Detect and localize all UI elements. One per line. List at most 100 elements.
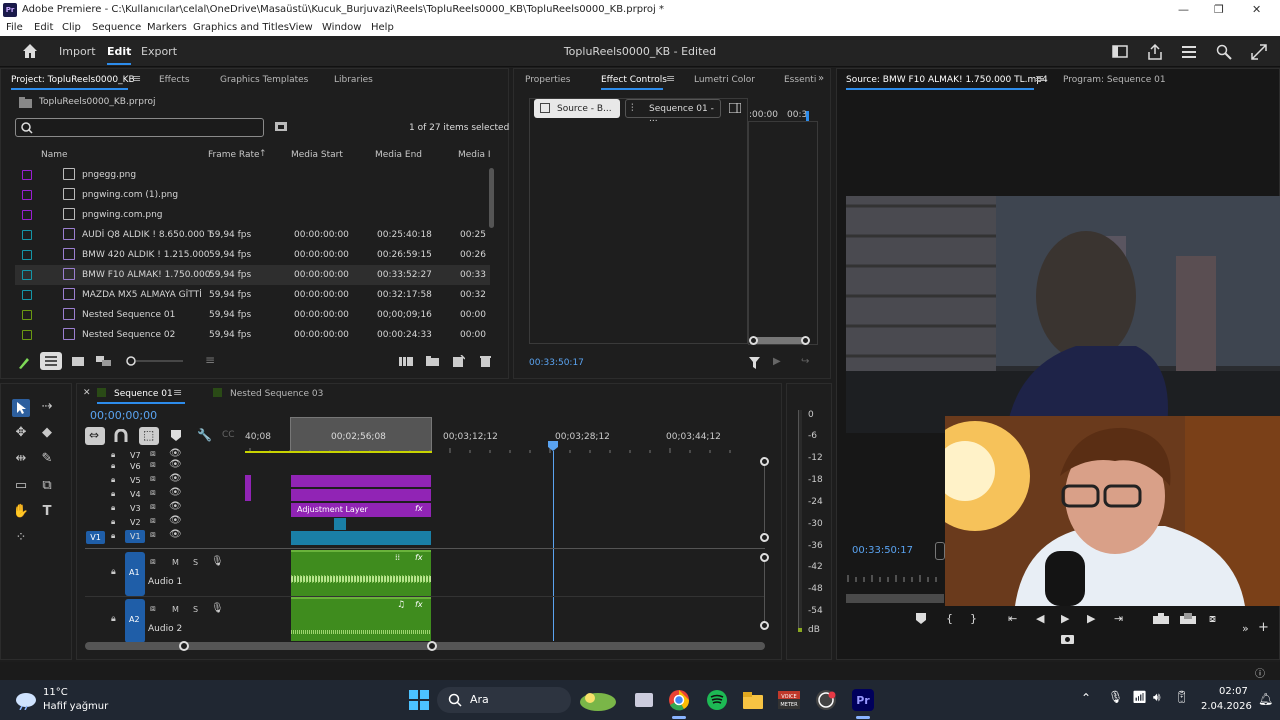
label-color-swatch[interactable] xyxy=(22,170,32,180)
lock-icon[interactable]: 🔒︎ xyxy=(111,517,115,527)
taskbar-search[interactable]: Ara xyxy=(437,687,571,713)
label-color-swatch[interactable] xyxy=(22,250,32,260)
lock-icon[interactable]: 🔒︎ xyxy=(111,475,115,485)
project-item-row[interactable]: pngegg.png xyxy=(15,165,490,185)
minimize-icon[interactable]: — xyxy=(1178,3,1189,16)
panel-overflow-icon[interactable]: » xyxy=(818,73,824,84)
search-highlight-icon[interactable] xyxy=(578,688,618,712)
tab-effects[interactable]: Effects xyxy=(159,75,190,85)
menu-help[interactable]: Help xyxy=(371,22,394,33)
step-forward-icon[interactable]: ▶︎ xyxy=(1087,612,1095,625)
lock-icon[interactable]: 🔒︎ xyxy=(111,450,115,460)
project-item-row[interactable]: Nested Sequence 01 59,94 fps 00:00:00:00 00… xyxy=(15,305,490,325)
more-controls-icon[interactable]: » xyxy=(1242,622,1249,635)
audio-clip-a1[interactable]: ⁞⁞ fx xyxy=(291,550,431,596)
project-item-row[interactable]: BMW F10 ALMAK! 1.750.000 59,94 fps 00:00:0… xyxy=(15,265,490,285)
label-color-swatch[interactable] xyxy=(22,210,32,220)
label-color-swatch[interactable] xyxy=(22,310,32,320)
rectangle-tool-icon[interactable]: ▭ xyxy=(12,478,30,496)
mute-button[interactable]: M xyxy=(172,605,179,614)
video-track-header[interactable]: 🔒︎ V2 ⧈ 👁︎ xyxy=(85,515,245,531)
col-media-end[interactable]: Media End xyxy=(375,150,422,160)
col-name[interactable]: Name xyxy=(41,150,68,160)
weather-desc[interactable]: Hafif yağmur xyxy=(43,701,108,712)
source-clip-button[interactable]: Source - B... xyxy=(534,99,620,118)
mark-out-icon[interactable]: } xyxy=(970,612,977,625)
notification-bell-icon[interactable]: 🔔︎ xyxy=(1258,692,1273,706)
panel-layout-icon[interactable] xyxy=(1112,44,1128,60)
project-item-row[interactable]: Nested Sequence 02 59,94 fps 00:00:00:00 00… xyxy=(15,325,490,345)
menu-window[interactable]: Window xyxy=(322,22,361,33)
chrome-icon[interactable] xyxy=(667,688,691,712)
play-icon[interactable]: ▶︎ xyxy=(1061,612,1069,625)
tab-effect-controls[interactable]: Effect Controls xyxy=(601,75,667,85)
eye-icon[interactable]: 👁︎ xyxy=(169,459,182,470)
scroll-handle-left[interactable] xyxy=(179,641,189,651)
label-color-swatch[interactable] xyxy=(22,230,32,240)
source-patch-v1[interactable]: V1 xyxy=(86,531,105,544)
audio-track-target-a1[interactable]: A1 xyxy=(125,552,145,596)
tab-sequence-01[interactable]: Sequence 01 xyxy=(114,389,173,399)
mark-in-icon[interactable]: { xyxy=(946,612,953,625)
filter-icon[interactable] xyxy=(749,357,760,369)
step-back-icon[interactable]: ◀︎ xyxy=(1036,612,1044,625)
snap-magnet-icon[interactable] xyxy=(114,429,128,442)
lock-icon[interactable]: 🔒︎ xyxy=(111,531,115,541)
battery-icon[interactable]: 🔋︎ xyxy=(1174,690,1189,704)
weather-temp[interactable]: 11°C xyxy=(43,687,68,698)
adjustment-layer-clip[interactable]: Adjustment Layer fx xyxy=(291,503,431,517)
video-track-header[interactable]: 🔒︎ V4 ⧈ 👁︎ xyxy=(85,487,245,503)
tab-essential[interactable]: Essenti xyxy=(784,75,816,85)
timeline-timecode[interactable]: 00;00;00;00 xyxy=(90,409,157,422)
automate-sequence-icon[interactable] xyxy=(399,357,413,366)
insert-icon[interactable] xyxy=(1153,613,1169,624)
overwrite-icon[interactable] xyxy=(1180,613,1196,624)
fit-dropdown[interactable] xyxy=(935,542,945,560)
sync-lock-icon[interactable]: ⧈ xyxy=(150,502,156,512)
spotify-icon[interactable] xyxy=(705,688,729,712)
col-media-start[interactable]: Media Start xyxy=(291,150,343,160)
clock-date[interactable]: 2.04.2026 xyxy=(1201,701,1252,712)
tab-lumetri-color[interactable]: Lumetri Color xyxy=(694,75,755,85)
sync-lock-icon[interactable]: ⧈ xyxy=(150,474,156,484)
effect-playhead[interactable] xyxy=(806,111,809,121)
menu-markers[interactable]: Markers xyxy=(147,22,187,33)
wifi-icon[interactable]: 📶︎ xyxy=(1132,690,1147,704)
info-icon[interactable]: ⓘ xyxy=(1255,665,1265,680)
pencil-icon[interactable] xyxy=(17,356,31,370)
video-scroll-handle[interactable] xyxy=(760,457,769,466)
solo-button[interactable]: S xyxy=(193,605,198,614)
remix-tool-icon[interactable]: ⧉ xyxy=(38,478,56,496)
menu-graphics[interactable]: Graphics and Titles xyxy=(193,22,289,33)
sync-lock-icon[interactable]: ⧈ xyxy=(150,488,156,498)
icon-view-icon[interactable] xyxy=(72,357,84,366)
timeline-marker-icon[interactable] xyxy=(171,430,181,441)
effect-zoom-scrollbar[interactable] xyxy=(753,337,807,344)
loop-audio-icon[interactable]: ↪ xyxy=(801,356,809,367)
project-item-row[interactable]: pngwing.com.png xyxy=(15,205,490,225)
eye-icon[interactable]: 👁︎ xyxy=(169,515,182,526)
mic-icon[interactable]: 🎙︎ xyxy=(211,556,224,567)
sort-icon[interactable]: ≡ xyxy=(205,353,215,367)
tab-menu-icon[interactable]: ≡ xyxy=(1035,72,1044,85)
audio-scroll-handle[interactable] xyxy=(760,553,769,562)
project-item-row[interactable]: pngwing.com (1).png xyxy=(15,185,490,205)
tab-source[interactable]: Source: BMW F10 ALMAK! 1.750.000 TL.mp4 xyxy=(846,75,1048,85)
tab-project[interactable]: Project: TopluReels0000_KB xyxy=(11,75,135,85)
selection-tool-icon[interactable] xyxy=(12,399,30,417)
lock-icon[interactable]: 🔒︎ xyxy=(111,567,116,577)
video-clip[interactable] xyxy=(334,518,346,530)
ripple-edit-tool-icon[interactable]: ✥ xyxy=(12,425,30,443)
video-track-header[interactable]: 🔒︎ V1 ⧈ 👁︎ xyxy=(85,529,245,545)
menu-file[interactable]: File xyxy=(6,22,23,33)
sync-lock-icon[interactable]: ⧈ xyxy=(150,557,156,567)
zoom-slider[interactable] xyxy=(125,356,185,366)
tab-menu-icon[interactable]: ≡ xyxy=(132,72,141,85)
tab-program[interactable]: Program: Sequence 01 xyxy=(1063,75,1166,85)
microphone-tray-icon[interactable]: 🎙︎ xyxy=(1108,690,1123,704)
eye-icon[interactable]: 👁︎ xyxy=(169,448,182,459)
video-clip[interactable] xyxy=(291,475,431,487)
track-select-tool-icon[interactable]: ⇢ xyxy=(38,399,56,417)
generative-tool-icon[interactable]: ⁘ xyxy=(12,530,30,548)
close-sequence-icon[interactable]: ✕ xyxy=(83,388,91,398)
